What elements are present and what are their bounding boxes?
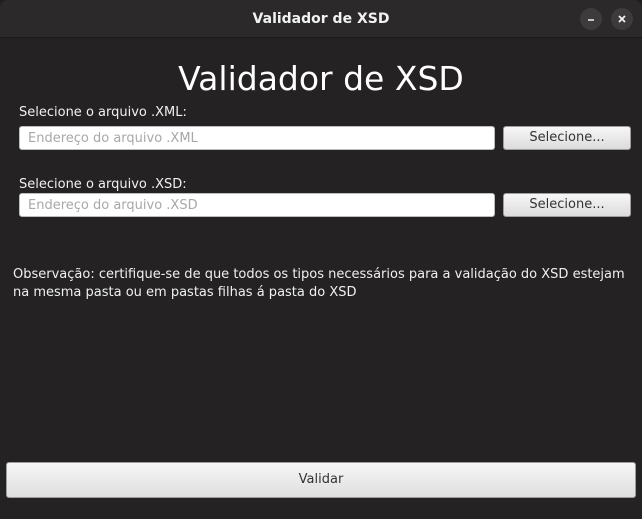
page-title: Validador de XSD [178,59,464,98]
window-title: Validador de XSD [252,11,390,27]
minimize-button[interactable] [580,8,602,30]
select-xsd-button[interactable]: Selecione... [503,193,631,217]
minimize-icon [588,19,594,21]
validate-button[interactable]: Validar [6,462,636,498]
close-button[interactable] [611,8,633,30]
xsd-label: Selecione o arquivo .XSD: [19,177,187,192]
note-text: Observação: certifique-se de que todos o… [13,267,625,300]
xml-path-input[interactable] [19,126,495,150]
xsd-path-input[interactable] [19,193,495,217]
title-bar[interactable]: Validador de XSD [0,0,642,38]
close-icon [618,15,626,23]
select-xml-button[interactable]: Selecione... [503,126,631,150]
app-window: Validador de XSD Validador de XSD Seleci… [0,0,642,519]
xml-label: Selecione o arquivo .XML: [19,105,187,120]
